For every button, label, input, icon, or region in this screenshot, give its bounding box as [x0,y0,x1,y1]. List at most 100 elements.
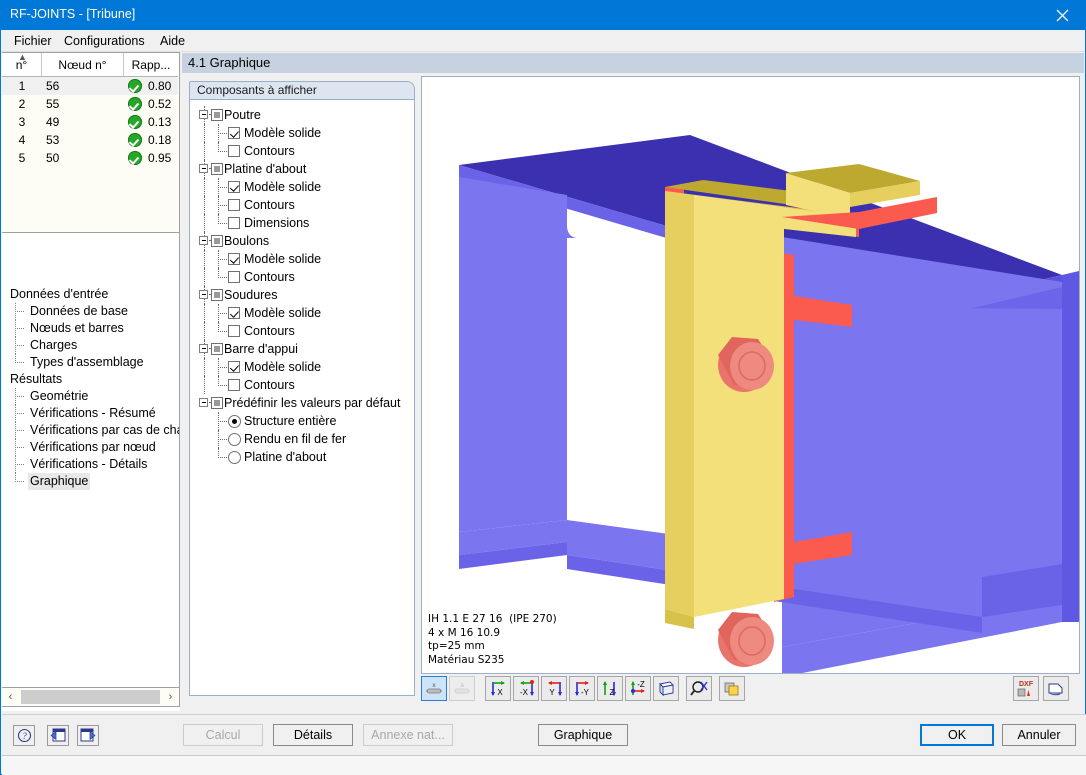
table-row[interactable]: 3 49 0.13 [2,113,178,131]
nav-item-label: Résultats [10,372,63,386]
component-group[interactable]: Poutre [190,106,414,124]
expander-icon[interactable] [199,164,208,173]
print-button[interactable] [1043,676,1069,701]
component-option[interactable]: Contours [190,268,414,286]
component-group[interactable]: Prédéfinir les valeurs par défaut [190,394,414,412]
copy-view-button[interactable] [719,676,745,701]
details-button[interactable]: Détails [273,724,353,746]
checkbox[interactable] [228,181,240,193]
nav-item[interactable]: Vérifications par cas de charge [2,422,179,439]
nav-item[interactable]: Charges [2,337,179,354]
radio-button[interactable] [228,432,241,446]
checkbox[interactable] [228,199,240,211]
component-option[interactable]: Modèle solide [190,358,414,376]
checkbox[interactable] [228,361,240,373]
nav-item[interactable]: Graphique [2,473,179,490]
expander-icon[interactable] [199,398,208,407]
component-option[interactable]: Contours [190,142,414,160]
help-button[interactable]: ? [13,725,35,746]
component-option[interactable]: Modèle solide [190,178,414,196]
menu-item-configurations[interactable]: Configurations [57,33,152,50]
3d-viewport[interactable]: IH 1.1 E 27 16 (IPE 270) 4 x M 16 10.9 t… [421,76,1080,674]
view-z-button[interactable]: Z [597,676,623,701]
nav-item[interactable]: Types d'assemblage [2,354,179,371]
graphique-button[interactable]: Graphique [538,724,628,746]
nav-item[interactable]: Vérifications - Résumé [2,405,179,422]
component-option[interactable]: Contours [190,196,414,214]
nav-item[interactable]: Données d'entrée [2,286,179,303]
group-checkbox[interactable] [211,289,223,301]
expander-icon[interactable] [199,290,208,299]
column-header-no[interactable]: ▲ n° [2,53,42,76]
expander-icon[interactable] [199,110,208,119]
checkbox[interactable] [228,217,240,229]
table-row[interactable]: 4 53 0.18 [2,131,178,149]
scrollbar-thumb[interactable] [21,690,160,704]
nav-item[interactable]: Geométrie [2,388,179,405]
component-option[interactable]: Modèle solide [190,124,414,142]
close-icon[interactable] [1040,1,1085,30]
nav-item[interactable]: Données de base [2,303,179,320]
prev-nav-button[interactable] [47,725,69,746]
component-option[interactable]: Platine d'about [190,448,414,466]
view-y-button[interactable]: Y [541,676,567,701]
view-minus-z-button[interactable]: -Z [625,676,651,701]
cancel-button[interactable]: Annuler [1002,724,1076,746]
menu-item-fichier[interactable]: Fichier [7,33,59,50]
checkbox[interactable] [228,379,240,391]
radio-button[interactable] [228,450,241,464]
component-option[interactable]: Contours [190,322,414,340]
radio-button[interactable] [228,414,241,428]
expander-icon[interactable] [199,344,208,353]
render-wire-button[interactable]: a [449,676,475,701]
table-row[interactable]: 1 56 0.80 [2,77,178,95]
group-checkbox[interactable] [211,235,223,247]
expander-icon[interactable] [199,236,208,245]
component-option[interactable]: Modèle solide [190,250,414,268]
checkbox[interactable] [228,145,240,157]
column-header-ratio[interactable]: Rapp... [124,53,178,76]
left-panel-horizontal-scrollbar[interactable]: ‹ › [2,688,180,707]
group-checkbox[interactable] [211,109,223,121]
group-checkbox[interactable] [211,397,223,409]
checkbox[interactable] [228,253,240,265]
nav-item[interactable]: Résultats [2,371,179,388]
menu-item-aide[interactable]: Aide [153,33,192,50]
render-solid-button[interactable]: x [421,676,447,701]
view-isometric-button[interactable] [653,676,679,701]
zoom-reset-button[interactable] [686,676,712,701]
components-panel-tab[interactable]: Composants à afficher [189,81,415,99]
view-minus-x-button[interactable]: -X [513,676,539,701]
nav-item[interactable]: Nœuds et barres [2,320,179,337]
checkbox[interactable] [228,325,240,337]
column-header-node[interactable]: Nœud n° [42,53,124,76]
checkbox[interactable] [228,127,240,139]
view-minus-y-button[interactable]: -Y [569,676,595,701]
component-group[interactable]: Platine d'about [190,160,414,178]
ok-button[interactable]: OK [920,724,994,746]
component-group[interactable]: Soudures [190,286,414,304]
scroll-left-icon[interactable]: ‹ [2,689,19,706]
component-option[interactable]: Modèle solide [190,304,414,322]
group-checkbox[interactable] [211,163,223,175]
component-group[interactable]: Barre d'appui [190,340,414,358]
table-row[interactable]: 5 50 0.95 [2,149,178,167]
component-option[interactable]: Rendu en fil de fer [190,430,414,448]
component-option[interactable]: Dimensions [190,214,414,232]
export-dxf-button[interactable]: DXF [1013,676,1039,701]
annexe-nat-button[interactable]: Annexe nat... [363,724,453,746]
tree-guide [204,304,205,322]
next-nav-button[interactable] [77,725,99,746]
checkbox[interactable] [228,307,240,319]
group-checkbox[interactable] [211,343,223,355]
scroll-right-icon[interactable]: › [162,689,179,706]
component-option[interactable]: Structure entière [190,412,414,430]
component-group[interactable]: Boulons [190,232,414,250]
calcul-button[interactable]: Calcul [183,724,263,746]
checkbox[interactable] [228,271,240,283]
view-x-button[interactable]: X [485,676,511,701]
component-option[interactable]: Contours [190,376,414,394]
table-row[interactable]: 2 55 0.52 [2,95,178,113]
nav-item[interactable]: Vérifications - Détails [2,456,179,473]
nav-item[interactable]: Vérifications par nœud [2,439,179,456]
